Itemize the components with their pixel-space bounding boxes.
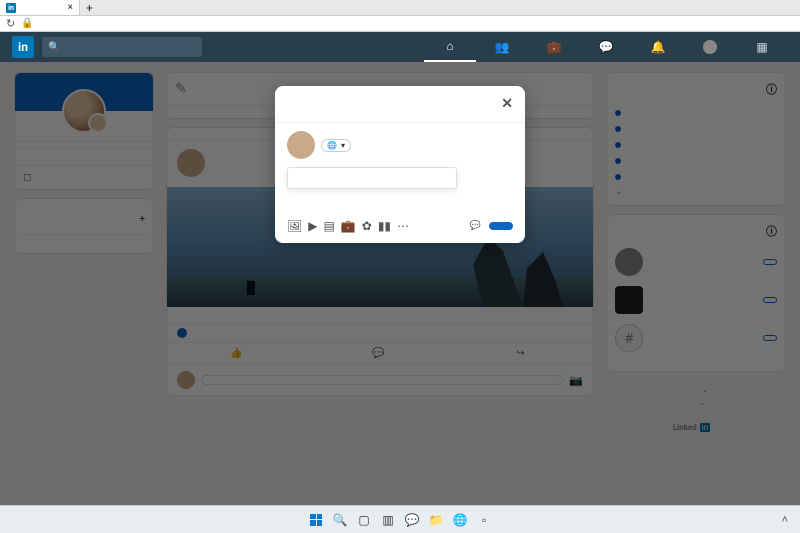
globe-icon: 🌐 — [327, 141, 337, 150]
briefcase-icon: 💼 — [547, 40, 562, 54]
search-icon[interactable]: 🔍 — [331, 511, 349, 529]
nav-work[interactable]: ▦ — [736, 32, 788, 62]
start-button[interactable] — [307, 511, 325, 529]
li-top-nav: in 🔍 ⌂ 👥 💼 💬 🔔 — [0, 32, 800, 62]
search-icon: 🔍 — [48, 42, 60, 53]
close-tab-icon[interactable]: × — [68, 2, 73, 13]
video-icon[interactable]: ▶ — [308, 219, 317, 233]
lock-icon: 🔒 — [21, 18, 33, 29]
modal-header: ✕ — [275, 86, 525, 123]
photo-icon[interactable]: 🖼 — [287, 219, 302, 233]
nav-home[interactable]: ⌂ — [424, 32, 476, 62]
caret-down-icon: ▾ — [341, 141, 345, 150]
reload-icon[interactable]: ↻ — [6, 17, 15, 30]
chat-icon: 💬 — [599, 40, 614, 54]
grid-icon: ▦ — [756, 40, 767, 54]
create-post-modal: ✕ 🌐 ▾ — [275, 86, 525, 243]
celebrate-icon[interactable]: ✿ — [362, 219, 372, 233]
poll-icon[interactable]: ▮▮ — [378, 219, 391, 233]
home-icon: ⌂ — [446, 39, 453, 53]
widgets-icon[interactable]: ▥ — [379, 511, 397, 529]
explorer-icon[interactable]: 📁 — [427, 511, 445, 529]
avatar-icon — [703, 40, 717, 54]
chat-icon[interactable]: 💬 — [403, 511, 421, 529]
new-tab-button[interactable]: + — [80, 1, 99, 15]
editor-suggestion-popup — [287, 167, 457, 189]
comment-audience[interactable]: 💬 — [470, 221, 483, 231]
linkedin-favicon: in — [6, 3, 16, 13]
document-icon[interactable]: ▤ — [323, 219, 334, 233]
modal-footer: 🖼 ▶ ▤ 💼 ✿ ▮▮ ⋯ 💬 — [275, 213, 525, 243]
author-avatar — [287, 131, 315, 159]
nav-items: ⌂ 👥 💼 💬 🔔 ▦ — [424, 32, 788, 62]
browser-address-bar: ↻ 🔒 — [0, 16, 800, 32]
linkedin-logo[interactable]: in — [12, 36, 34, 58]
modal-body: 🌐 ▾ — [275, 123, 525, 197]
nav-notifications[interactable]: 🔔 — [632, 32, 684, 62]
tray-chevron-icon[interactable]: ˄ — [782, 513, 788, 526]
windows-taskbar: 🔍 ▢ ▥ 💬 📁 🌐 ▫ ˄ — [0, 505, 800, 533]
store-icon[interactable]: ▫ — [475, 511, 493, 529]
task-view-icon[interactable]: ▢ — [355, 511, 373, 529]
nav-my-network[interactable]: 👥 — [476, 32, 528, 62]
briefcase-icon[interactable]: 💼 — [341, 219, 356, 233]
audience-button[interactable]: 🌐 ▾ — [321, 139, 351, 152]
nav-me[interactable] — [684, 32, 736, 62]
nav-messaging[interactable]: 💬 — [580, 32, 632, 62]
post-textarea[interactable] — [287, 167, 513, 189]
edge-icon[interactable]: 🌐 — [451, 511, 469, 529]
comment-icon: 💬 — [470, 221, 481, 231]
people-icon: 👥 — [495, 40, 510, 54]
search-input[interactable]: 🔍 — [42, 37, 202, 57]
more-icon[interactable]: ⋯ — [397, 219, 409, 233]
modal-overlay[interactable]: ✕ 🌐 ▾ — [0, 62, 800, 505]
bell-icon: 🔔 — [651, 40, 666, 54]
browser-tab[interactable]: in × — [0, 0, 80, 15]
add-hashtag-link[interactable] — [275, 197, 525, 213]
nav-jobs[interactable]: 💼 — [528, 32, 580, 62]
post-author-row: 🌐 ▾ — [287, 131, 513, 159]
close-icon[interactable]: ✕ — [501, 96, 513, 112]
browser-tab-strip: in × + — [0, 0, 800, 16]
post-button[interactable] — [489, 222, 513, 230]
